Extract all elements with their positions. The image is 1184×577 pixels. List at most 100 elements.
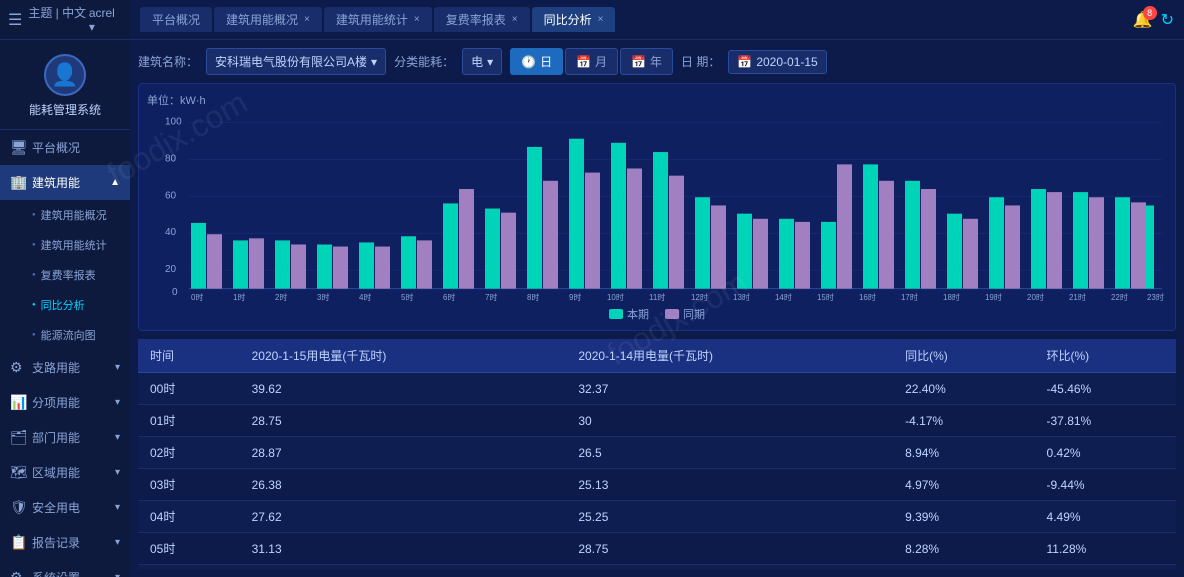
tab-fee-rate[interactable]: 复费率报表 ×: [434, 7, 530, 32]
svg-text:20: 20: [165, 264, 176, 275]
category-dropdown-icon: ▾: [487, 55, 493, 69]
region-icon: 🗺: [10, 464, 26, 481]
sidebar-item-region-label: 区域用能: [32, 464, 80, 481]
category-select[interactable]: 电 ▾: [462, 48, 502, 75]
platform-icon: 🖥: [10, 139, 26, 156]
svg-text:12时: 12时: [691, 292, 708, 302]
sidebar-item-settings-label: 系统设置: [32, 569, 80, 577]
cell-time-6: 06时: [138, 565, 240, 570]
legend-previous: 同期: [665, 306, 705, 322]
building-select[interactable]: 安科瑞电气股份有限公司A楼 ▾: [206, 48, 386, 75]
sidebar-item-platform-label: 平台概况: [32, 139, 80, 156]
cell-prev-0: 32.37: [566, 373, 893, 405]
cell-mom-0: -45.46%: [1035, 373, 1176, 405]
menu-icon[interactable]: ☰: [8, 10, 22, 30]
cell-time-2: 02时: [138, 437, 240, 469]
sidebar-item-safety[interactable]: 🛡 安全用电 ▾: [0, 490, 130, 525]
cell-curr-5: 31.13: [240, 533, 567, 565]
sidebar-sub-energy-flow[interactable]: 能源流向图: [24, 320, 130, 350]
time-btn-month-label: 月: [595, 53, 607, 70]
cell-curr-2: 28.87: [240, 437, 567, 469]
bar-prev-0: [207, 234, 222, 288]
category-value: 电: [471, 53, 483, 70]
cell-mom-4: 4.49%: [1035, 501, 1176, 533]
sidebar-item-region[interactable]: 🗺 区域用能 ▾: [0, 455, 130, 490]
svg-text:0: 0: [172, 287, 178, 298]
cell-prev-3: 25.13: [566, 469, 893, 501]
sidebar-sub-building-overview[interactable]: 建筑用能概况: [24, 200, 130, 230]
col-yoy: 同比(%): [893, 339, 1034, 373]
sidebar-item-settings[interactable]: ⚙ 系统设置 ▾: [0, 560, 130, 577]
legend-previous-label: 同期: [683, 306, 705, 322]
svg-text:11时: 11时: [649, 292, 665, 302]
chart-svg: 100 80 60 40 20 0: [147, 112, 1167, 302]
col-curr: 2020-1-15用电量(千瓦时): [240, 339, 567, 373]
svg-text:23时: 23时: [1147, 292, 1164, 302]
tab-compare[interactable]: 同比分析 ×: [532, 7, 616, 32]
cell-curr-0: 39.62: [240, 373, 567, 405]
time-btn-month[interactable]: 📅 月: [565, 48, 618, 75]
sidebar-item-subsystem[interactable]: 📊 分项用能 ▾: [0, 385, 130, 420]
tab-building-overview-label: 建筑用能概况: [226, 11, 298, 28]
svg-text:16时: 16时: [859, 292, 876, 302]
sidebar-sub-building-stats[interactable]: 建筑用能统计: [24, 230, 130, 260]
region-arrow-icon: ▾: [115, 467, 120, 478]
svg-text:4时: 4时: [359, 292, 371, 302]
cell-prev-2: 26.5: [566, 437, 893, 469]
sidebar-item-branch[interactable]: ⚙ 支路用能 ▾: [0, 350, 130, 385]
tab-building-overview[interactable]: 建筑用能概况 ×: [214, 7, 322, 32]
sidebar-sub-compare[interactable]: 同比分析: [24, 290, 130, 320]
tab-building-stats-close[interactable]: ×: [414, 14, 420, 25]
filter-bar: 建筑名称： 安科瑞电气股份有限公司A楼 ▾ 分类能耗： 电 ▾ 🕐 日 📅 月: [138, 48, 1176, 75]
time-btn-day[interactable]: 🕐 日: [510, 48, 563, 75]
sidebar-item-platform[interactable]: 🖥 平台概况: [0, 130, 130, 165]
legend-current: 本期: [609, 306, 649, 322]
cell-mom-3: -9.44%: [1035, 469, 1176, 501]
cell-time-0: 00时: [138, 373, 240, 405]
table-row: 06时51.6360-13.95%39.71%: [138, 565, 1176, 570]
building-dropdown-icon: ▾: [371, 55, 377, 69]
tab-building-stats[interactable]: 建筑用能统计 ×: [324, 7, 432, 32]
calendar-month-icon: 📅: [576, 55, 591, 69]
sidebar-item-building-label: 建筑用能: [32, 174, 80, 191]
settings-arrow-icon: ▾: [115, 572, 120, 577]
notification-icon[interactable]: 🔔 8: [1133, 10, 1153, 30]
department-icon: 🗂: [10, 429, 26, 446]
cell-yoy-4: 9.39%: [893, 501, 1034, 533]
table-row: 02时28.8726.58.94%0.42%: [138, 437, 1176, 469]
cell-time-5: 05时: [138, 533, 240, 565]
tab-fee-rate-close[interactable]: ×: [512, 14, 518, 25]
user-label[interactable]: acrel ▾: [89, 6, 122, 34]
cell-yoy-3: 4.97%: [893, 469, 1034, 501]
svg-text:10时: 10时: [607, 292, 624, 302]
svg-text:5时: 5时: [401, 292, 413, 302]
legend-current-label: 本期: [627, 306, 649, 322]
sidebar-item-building[interactable]: 🏢 建筑用能 ▲: [0, 165, 130, 200]
sidebar-item-report[interactable]: 📋 报告记录 ▾: [0, 525, 130, 560]
subsystem-icon: 📊: [10, 394, 26, 411]
sidebar-sub-fee-rate[interactable]: 复费率报表: [24, 260, 130, 290]
svg-text:8时: 8时: [527, 292, 539, 302]
building-arrow-icon: ▲: [110, 177, 120, 188]
cell-yoy-6: -13.95%: [893, 565, 1034, 570]
tab-building-overview-close[interactable]: ×: [304, 14, 310, 25]
date-picker[interactable]: 📅 2020-01-15: [728, 50, 826, 74]
tab-platform[interactable]: 平台概况: [140, 7, 212, 32]
svg-text:18时: 18时: [943, 292, 960, 302]
refresh-icon[interactable]: ↻: [1161, 10, 1174, 30]
sidebar-item-safety-label: 安全用电: [32, 499, 80, 516]
col-mom: 环比(%): [1035, 339, 1176, 373]
category-label: 分类能耗：: [394, 53, 454, 70]
clock-icon: 🕐: [521, 55, 536, 69]
sidebar: ☰ 主题 | 中文 acrel ▾ 👤 能耗管理系统 🖥 平台概况 🏢 建筑用能…: [0, 0, 130, 577]
table-section: 时间 2020-1-15用电量(千瓦时) 2020-1-14用电量(千瓦时) 同…: [138, 339, 1176, 569]
svg-text:100: 100: [165, 116, 182, 127]
svg-text:20时: 20时: [1027, 292, 1044, 302]
main-area: 平台概况 建筑用能概况 × 建筑用能统计 × 复费率报表 × 同比分析 × 🔔: [130, 0, 1184, 577]
time-btn-year[interactable]: 📅 年: [620, 48, 673, 75]
tab-compare-close[interactable]: ×: [598, 14, 604, 25]
chart-section: 单位：kW·h 100 80 60 40 20 0: [138, 83, 1176, 331]
sidebar-item-department[interactable]: 🗂 部门用能 ▾: [0, 420, 130, 455]
cell-curr-4: 27.62: [240, 501, 567, 533]
table-row: 00时39.6232.3722.40%-45.46%: [138, 373, 1176, 405]
